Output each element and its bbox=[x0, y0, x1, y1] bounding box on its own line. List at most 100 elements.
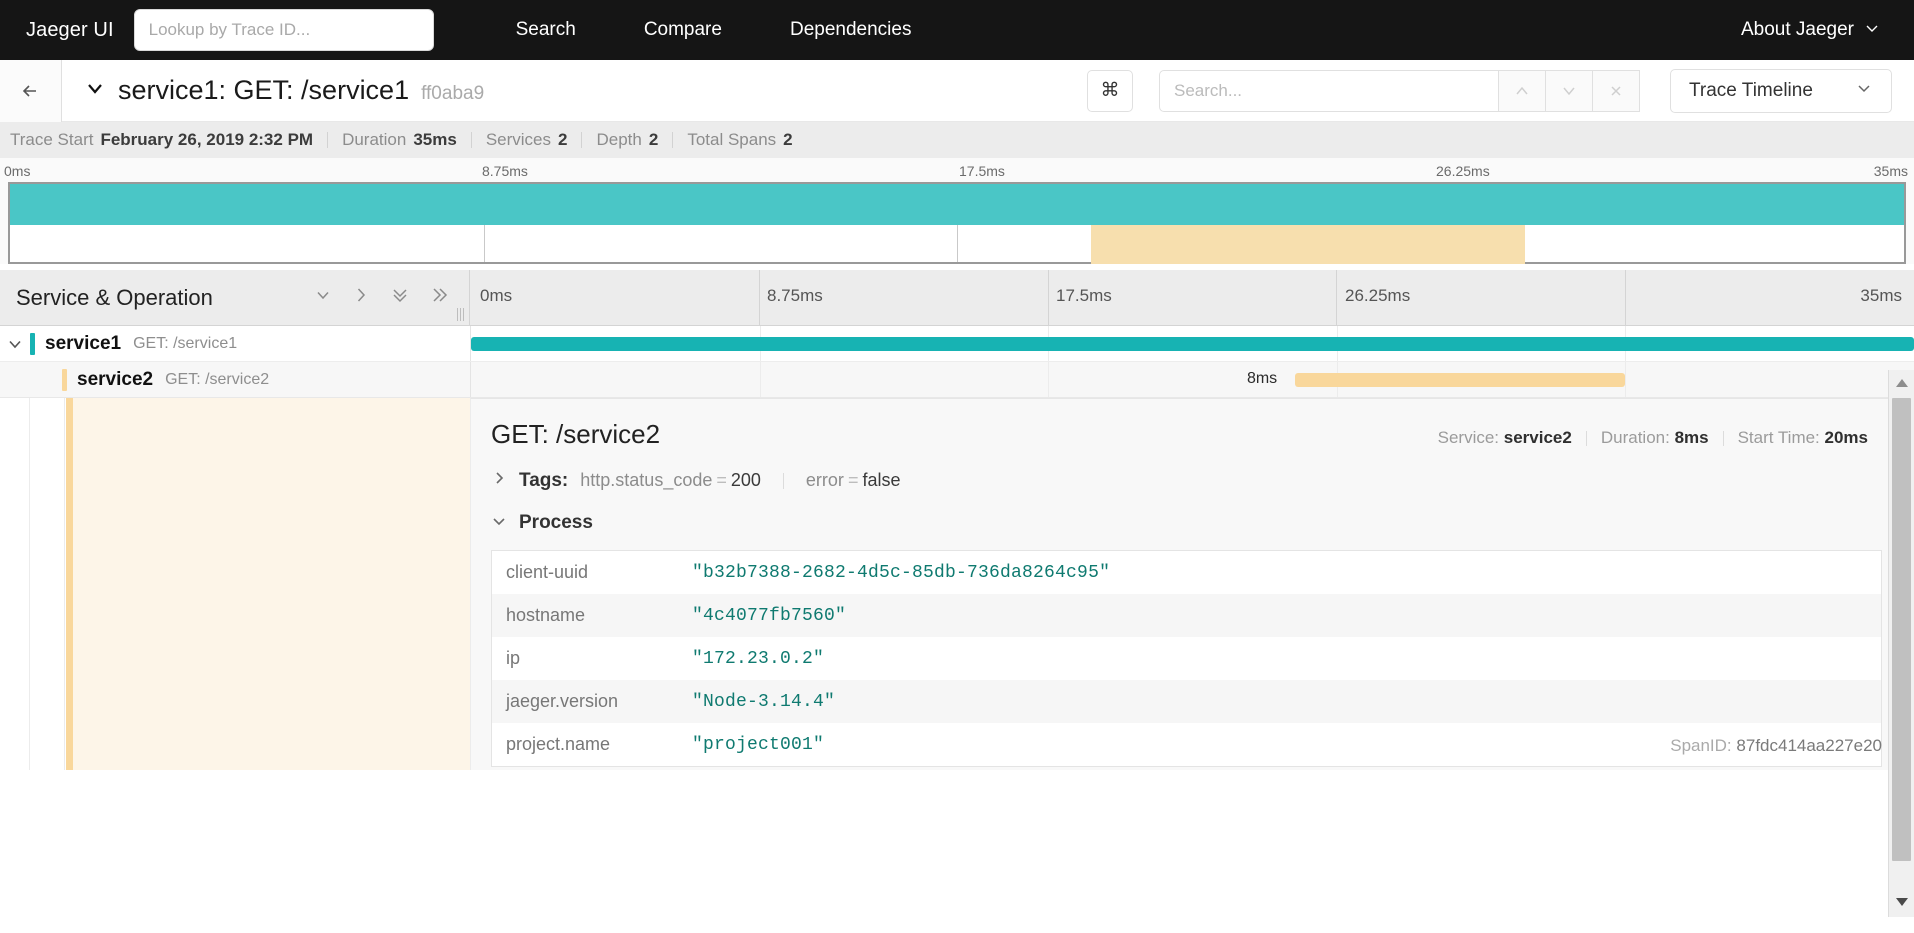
ruler-gridline bbox=[1625, 270, 1627, 325]
minimap-tick: 17.5ms bbox=[959, 163, 1005, 179]
ruler-gridline bbox=[758, 270, 760, 325]
span-row-label[interactable]: service1 GET: /service1 bbox=[0, 326, 470, 361]
row-gridline bbox=[759, 362, 761, 397]
ruler-tick: 0ms bbox=[480, 286, 513, 305]
trace-meta-bar: Trace Start February 26, 2019 2:32 PM Du… bbox=[0, 122, 1914, 158]
span-operation-name: GET: /service2 bbox=[165, 370, 270, 388]
ruler-gridline bbox=[1047, 270, 1049, 325]
chevron-right-icon[interactable] bbox=[351, 285, 371, 310]
chevron-right-icon[interactable] bbox=[491, 470, 507, 491]
detail-start-time-value: 20ms bbox=[1824, 428, 1868, 447]
nav-link-dependencies[interactable]: Dependencies bbox=[756, 0, 945, 60]
meta-total-spans-value: 2 bbox=[783, 130, 793, 149]
about-jaeger-menu[interactable]: About Jaeger bbox=[1741, 19, 1888, 41]
chevron-down-icon bbox=[1855, 79, 1873, 102]
span-duration-bar[interactable] bbox=[1294, 373, 1626, 387]
span-detail-meta: Service: service2 Duration: 8ms Start Ti… bbox=[1424, 428, 1882, 448]
chevron-down-icon[interactable] bbox=[84, 77, 106, 104]
detail-service-label: Service: bbox=[1437, 428, 1500, 447]
arrow-left-icon bbox=[22, 84, 36, 97]
tag-key: http.status_code bbox=[580, 470, 713, 490]
chevron-up-icon bbox=[1516, 86, 1528, 94]
span-row-label[interactable]: service2 GET: /service2 bbox=[0, 362, 470, 397]
span-color-chip bbox=[62, 368, 67, 391]
triangle-down-icon bbox=[1895, 898, 1908, 906]
tags-accordion[interactable]: Tags: http.status_code = 200 error = fal… bbox=[471, 464, 1914, 496]
back-button[interactable] bbox=[0, 59, 62, 122]
meta-services-value: 2 bbox=[558, 130, 568, 149]
detail-accent-bar bbox=[66, 398, 73, 770]
kv-key: jaeger.version bbox=[506, 691, 619, 711]
table-row: hostname "4c4077fb7560" bbox=[492, 594, 1881, 637]
nav-link-compare[interactable]: Compare bbox=[610, 0, 756, 60]
meta-total-spans: Total Spans 2 bbox=[673, 130, 806, 150]
tag-value: false bbox=[862, 470, 901, 490]
search-prev-button[interactable] bbox=[1499, 69, 1546, 112]
chevron-down-icon[interactable] bbox=[313, 285, 333, 310]
trace-minimap[interactable]: 0ms 8.75ms 17.5ms 26.25ms 35ms bbox=[0, 158, 1914, 264]
scrollbar-thumb[interactable] bbox=[1892, 398, 1911, 861]
meta-duration: Duration 35ms bbox=[328, 130, 471, 150]
detail-highlight-fill bbox=[73, 398, 470, 770]
scroll-down-button[interactable] bbox=[1889, 889, 1914, 915]
minimap-tick: 8.75ms bbox=[482, 163, 528, 179]
tag-equals: = bbox=[847, 470, 859, 490]
span-duration-bar[interactable] bbox=[471, 337, 1914, 351]
span-row-timeline[interactable] bbox=[470, 326, 1914, 361]
column-resize-handle[interactable] bbox=[457, 307, 467, 321]
triangle-up-icon bbox=[1895, 379, 1908, 387]
meta-services-label: Services bbox=[485, 130, 552, 149]
kv-key: hostname bbox=[506, 605, 586, 625]
keyboard-shortcuts-button[interactable]: ⌘ bbox=[1087, 69, 1133, 112]
chevron-down-icon[interactable] bbox=[491, 513, 507, 534]
double-chevron-right-icon[interactable] bbox=[429, 285, 451, 310]
view-mode-select[interactable]: Trace Timeline bbox=[1670, 68, 1892, 113]
nav-link-search[interactable]: Search bbox=[482, 0, 610, 60]
span-table-header: Service & Operation 0ms 8.75ms 17.5ms 26… bbox=[0, 270, 1914, 326]
kv-value: "4c4077fb7560" bbox=[692, 605, 847, 626]
tag-error: error = false bbox=[806, 470, 901, 491]
meta-duration-value: 35ms bbox=[413, 130, 457, 149]
vertical-scrollbar[interactable] bbox=[1888, 370, 1914, 933]
search-clear-button[interactable] bbox=[1593, 69, 1640, 112]
span-id-label: SpanID: bbox=[1670, 736, 1732, 755]
table-row[interactable]: service1 GET: /service1 bbox=[0, 326, 1914, 362]
span-duration-label: 8ms bbox=[1246, 370, 1278, 387]
process-label: Process bbox=[519, 512, 593, 533]
kv-key: client-uuid bbox=[506, 562, 589, 582]
minimap-bar-service2 bbox=[1091, 225, 1526, 264]
trace-id-lookup-input[interactable] bbox=[133, 9, 434, 51]
span-color-chip bbox=[30, 332, 35, 355]
table-row: ip "172.23.0.2" bbox=[492, 637, 1881, 680]
scroll-up-button[interactable] bbox=[1889, 370, 1914, 396]
row-gridline bbox=[1625, 362, 1627, 397]
detail-service-value: service2 bbox=[1503, 428, 1572, 447]
minimap-row bbox=[10, 225, 1904, 264]
detail-duration-label: Duration: bbox=[1600, 428, 1670, 447]
minimap-body[interactable] bbox=[8, 182, 1906, 264]
meta-trace-start-label: Trace Start bbox=[10, 130, 94, 149]
table-row[interactable]: service2 GET: /service2 8ms bbox=[0, 362, 1914, 398]
span-rows: service1 GET: /service1 service2 GET: /s… bbox=[0, 326, 1914, 770]
meta-total-spans-label: Total Spans bbox=[687, 130, 777, 149]
span-detail-header: GET: /service2 Service: service2 Duratio… bbox=[471, 399, 1914, 464]
trace-short-id: ff0aba9 bbox=[421, 83, 485, 104]
double-chevron-down-icon[interactable] bbox=[389, 285, 411, 310]
chevron-down-icon[interactable] bbox=[0, 335, 30, 353]
minimap-tick: 35ms bbox=[1873, 163, 1908, 179]
ruler-tick: 17.5ms bbox=[1056, 286, 1112, 305]
process-accordion[interactable]: Process bbox=[471, 496, 1914, 544]
span-service-name: service2 bbox=[77, 368, 154, 390]
meta-depth-value: 2 bbox=[648, 130, 659, 149]
detail-duration-value: 8ms bbox=[1674, 428, 1709, 447]
nav-links: Search Compare Dependencies bbox=[482, 0, 946, 60]
span-row-timeline[interactable]: 8ms bbox=[470, 362, 1914, 397]
minimap-row bbox=[10, 184, 1904, 225]
search-next-button[interactable] bbox=[1546, 69, 1593, 112]
top-navbar: Jaeger UI Search Compare Dependencies Ab… bbox=[0, 0, 1914, 60]
brand-logo[interactable]: Jaeger UI bbox=[26, 19, 114, 42]
span-detail-operation: GET: /service2 bbox=[491, 419, 661, 449]
detail-service: Service: service2 bbox=[1424, 428, 1586, 448]
span-search-input[interactable] bbox=[1159, 69, 1499, 112]
table-row: jaeger.version "Node-3.14.4" bbox=[492, 680, 1881, 723]
